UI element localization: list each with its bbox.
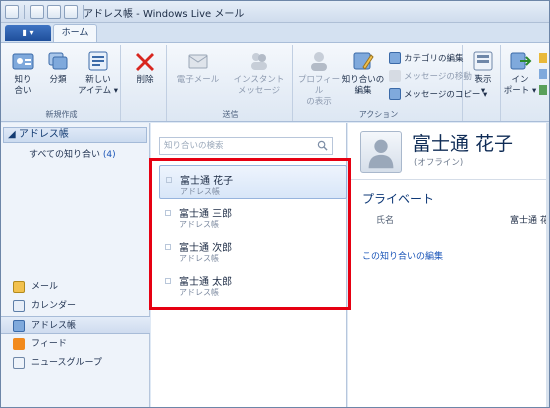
ribbon-group-import: イン ポート ▾ [503,45,549,121]
nav-newsgroups-label: ニュースグループ [31,358,103,368]
category-edit-icon [389,52,401,64]
new-contact-label: 知り 合い [14,75,32,96]
import-icon [510,52,532,70]
view-label: 表示 ▾ [474,75,492,96]
edit-category-label: カテゴリの編集 [404,54,464,64]
field-value-name: 富士通 花 [510,216,549,226]
edit-category-button[interactable]: カテゴリの編集 [389,51,464,65]
person-silhouette-icon [368,139,394,169]
email-label: 電子メール [176,75,220,85]
new-category-button[interactable]: 分類 [41,49,75,103]
contact-detail-pane: 富士通 花子 (オフライン) プライベート 氏名 富士通 花 この知り合いの編集 [348,123,549,407]
email-icon [188,54,208,69]
rss-feed-icon [13,338,25,350]
category-icon [48,52,68,70]
nav-feeds[interactable]: フィード [1,335,150,353]
search-placeholder: 知り合いの検索 [164,141,224,151]
window-title: アドレス帳 - Windows Live メール [83,9,245,20]
quick-access-toolbar [5,4,86,20]
contact-status: (オフライン) [414,158,464,168]
separator [24,5,25,19]
view-icon [473,51,493,71]
delete-label: 削除 [136,75,154,85]
app-window: アドレス帳 - Windows Live メール ▮ ▾ ホーム 知り 合い 分… [0,0,550,408]
view-button[interactable]: 表示 ▾ [465,49,501,103]
section-heading-private: プライベート [362,192,435,206]
search-icon[interactable] [317,140,328,151]
nav-feeds-label: フィード [31,339,67,349]
divider [348,179,549,180]
ribbon-group-new: 知り 合い 分類 新しい アイテム ▾ 新規作成 [3,45,121,121]
instant-message-button[interactable]: インスタント メッセージ [227,49,291,103]
import-button[interactable]: イン ポート ▾ [503,49,537,103]
new-item-icon[interactable] [30,5,44,19]
group-label-send: 送信 [222,110,239,119]
collapse-triangle-icon[interactable]: ◢ [8,129,16,140]
field-label-name: 氏名 [376,216,395,226]
nav-address-book[interactable]: アドレス帳 [1,316,150,334]
customize-toolbar-icon[interactable] [64,5,78,19]
tab-home[interactable]: ホーム [53,24,97,42]
nav-mail[interactable]: メール [1,278,150,296]
nav-newsgroups[interactable]: ニュースグループ [1,354,150,372]
group-label-action: アクション [358,110,399,119]
view-profile-label: プロフィール の表示 [297,75,341,107]
ribbon-group-delete: 削除 [123,45,167,121]
contact-display-name: 富士通 花子 [412,133,514,155]
nav-calendar[interactable]: カレンダー [1,297,150,315]
ribbon-group-send: 電子メール インスタント メッセージ 送信 [169,45,293,121]
sync-icon[interactable] [539,85,547,95]
profile-icon [311,52,327,71]
folder-pane: ◢ アドレス帳 すべての知り合い (4) メール カレンダー アドレス帳 フィー… [1,123,150,407]
import-label: イン ポート ▾ [503,75,537,96]
title-bar: アドレス帳 - Windows Live メール [1,1,549,23]
highlight-annotation-box [149,158,351,310]
export-icon[interactable] [539,53,547,63]
ribbon-group-view: 表示 ▾ [465,45,501,121]
edit-contact-icon [353,52,374,70]
edit-contact-label: 知り合いの 編集 [341,75,385,96]
delete-button[interactable]: 削除 [125,49,165,103]
new-item-button[interactable]: 新しい アイテム ▾ [77,49,119,103]
all-contacts-count: (4) [102,150,116,160]
contact-card-icon [12,53,34,70]
instant-message-icon [251,53,267,70]
ribbon: 知り 合い 分類 新しい アイテム ▾ 新規作成 削除 電子メール インスタント… [1,42,549,122]
new-category-label: 分類 [49,75,67,85]
nav-mail-label: メール [31,282,59,292]
copy-icon [389,88,401,100]
address-book-header-label: アドレス帳 [18,129,69,140]
print-icon[interactable] [539,69,547,79]
contact-search-input[interactable]: 知り合いの検索 [159,137,333,155]
window-menu-icon[interactable] [5,5,19,19]
view-profile-button[interactable]: プロフィール の表示 [297,49,341,107]
new-item-label: 新しい アイテム ▾ [77,75,119,96]
newsgroup-icon [13,357,25,369]
new-item-icon [88,51,108,71]
address-book-header[interactable]: ◢ アドレス帳 [3,127,147,143]
email-button[interactable]: 電子メール [171,49,225,103]
edit-contact-button[interactable]: 知り合いの 編集 [341,49,385,103]
scrollbar[interactable] [546,123,549,407]
ribbon-tab-row: ▮ ▾ ホーム [1,23,549,42]
avatar [360,131,402,173]
group-label-new: 新規作成 [45,110,78,119]
ribbon-group-action: プロフィール の表示 知り合いの 編集 カテゴリの編集 メッセージの移動 ▾ メ… [295,45,487,121]
instant-message-label: インスタント メッセージ [233,75,285,96]
mail-icon [13,281,25,293]
all-contacts-item[interactable]: すべての知り合い (4) [29,147,116,160]
all-contacts-label: すべての知り合い [29,150,101,160]
delete-x-icon [136,53,154,71]
app-menu-button[interactable]: ▮ ▾ [5,25,51,41]
nav-address-book-label: アドレス帳 [31,321,77,331]
new-contact-button[interactable]: 知り 合い [5,49,41,103]
address-book-icon [13,320,25,332]
send-receive-icon[interactable] [47,5,61,19]
calendar-icon [13,300,25,312]
edit-contact-link[interactable]: この知り合いの編集 [362,249,443,262]
nav-calendar-label: カレンダー [31,301,77,311]
move-icon [389,70,401,82]
